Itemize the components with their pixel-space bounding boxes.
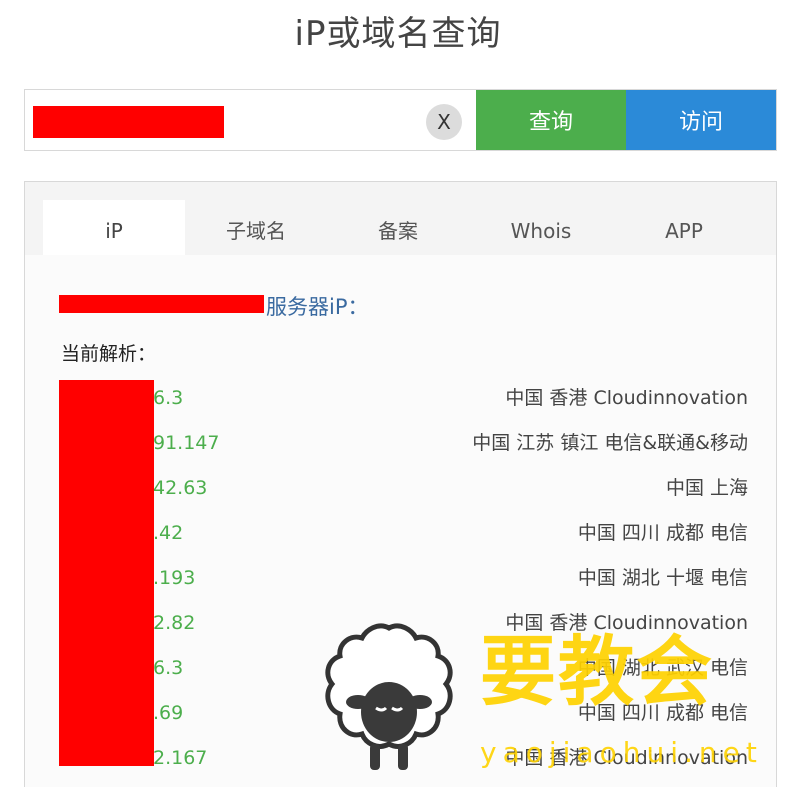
tab-ip[interactable]: iP: [43, 200, 185, 255]
ip-location: 中国 湖北 十堰 电信: [577, 567, 748, 589]
ip-address[interactable]: 91.147: [153, 424, 219, 462]
redaction-block: [33, 106, 224, 138]
query-button[interactable]: 查询: [476, 90, 626, 150]
server-ip-heading: 服务器iP：: [59, 291, 369, 321]
visit-button[interactable]: 访问: [626, 90, 776, 150]
ip-address[interactable]: .42: [153, 514, 183, 552]
search-input-wrapper: X: [25, 90, 476, 150]
tab-beian[interactable]: 备案: [327, 200, 469, 255]
ip-location: 中国 湖北 武汉 电信: [577, 657, 748, 679]
ip-location: 中国 香港 Cloudinnovation: [505, 612, 748, 634]
ip-location: 中国 四川 成都 电信: [577, 702, 748, 724]
ip-location: 中国 江苏 镇江 电信&联通&移动: [472, 432, 748, 454]
resolve-label: 当前解析：: [61, 343, 157, 365]
ip-address[interactable]: .69: [153, 694, 183, 732]
ip-address[interactable]: .193: [153, 559, 195, 597]
ip-address[interactable]: 2.82: [153, 604, 195, 642]
tab-subdomain[interactable]: 子域名: [185, 200, 327, 255]
ip-address[interactable]: 6.3: [153, 379, 183, 417]
redaction-block: [59, 295, 264, 313]
tab-bar: iP 子域名 备案 Whois APP: [25, 182, 776, 255]
clear-button[interactable]: X: [426, 104, 462, 140]
ip-location: 中国 香港 Cloudinnovation: [505, 747, 748, 769]
ip-location: 中国 四川 成都 电信: [577, 522, 748, 544]
ip-address[interactable]: 6.3: [153, 649, 183, 687]
ip-location: 中国 上海: [665, 477, 748, 499]
ip-address[interactable]: 42.63: [153, 469, 207, 507]
page-title: iP或域名查询: [294, 14, 502, 54]
ip-address[interactable]: 2.167: [153, 739, 207, 777]
server-title-suffix: 服务器iP：: [266, 295, 369, 319]
tab-app[interactable]: APP: [613, 200, 755, 255]
tab-whois[interactable]: Whois: [470, 200, 612, 255]
redaction-block: [59, 380, 154, 766]
search-bar: X 查询 访问: [24, 89, 777, 151]
ip-location: 中国 香港 Cloudinnovation: [505, 387, 748, 409]
